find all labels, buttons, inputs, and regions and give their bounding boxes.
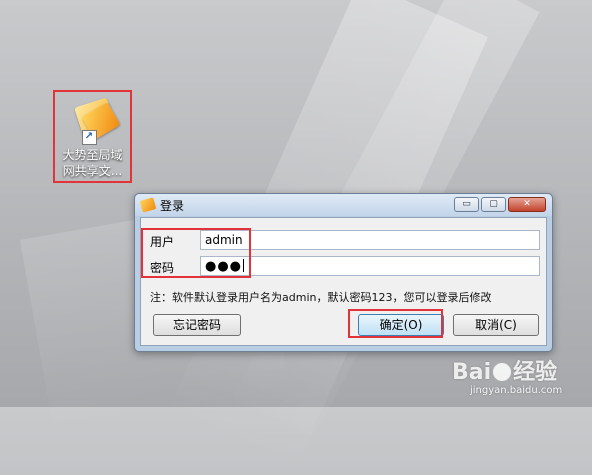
dialog-titlebar[interactable]: 登录 ▭ ▢ ✕ [135,194,552,216]
forgot-password-button[interactable]: 忘记密码 [153,314,241,336]
cancel-button[interactable]: 取消(C) [453,314,539,336]
password-label: 密码 [150,261,175,275]
minimize-button[interactable]: ▭ [454,197,479,212]
default-credentials-note: 注：软件默认登录用户名为admin，默认密码123，您可以登录后修改 [150,291,492,304]
username-label: 用户 [150,235,175,249]
password-mask: ●●● [205,259,243,274]
dialog-body: 用户 admin 密码 ●●● 注：软件默认登录用户名为admin，默认密码12… [140,217,547,346]
close-button[interactable]: ✕ [508,197,546,212]
baidu-watermark-logo: Bai 经验 [452,360,558,385]
shortcut-arrow-icon: ↗ [81,130,97,145]
desktop-shortcut[interactable]: ↗ 大势至局域 网共享文... [53,90,132,183]
folder-app-icon: ↗ [68,97,120,145]
window-controls: ▭ ▢ ✕ [454,197,546,212]
username-input[interactable]: admin [200,230,540,250]
ok-button[interactable]: 确定(O) [358,314,444,336]
desktop-shortcut-label: 大势至局域 网共享文... [62,148,123,178]
dialog-title: 登录 [160,198,185,213]
login-dialog: 登录 ▭ ▢ ✕ 用户 admin 密码 ●●● 注：软件默认登录用户名为adm… [134,193,553,352]
app-icon [139,197,157,213]
maximize-button[interactable]: ▢ [481,197,506,212]
text-caret [243,259,245,272]
baidu-watermark-url: jingyan.baidu.com [470,385,563,396]
paw-icon [493,363,512,381]
password-input[interactable]: ●●● [200,256,540,276]
